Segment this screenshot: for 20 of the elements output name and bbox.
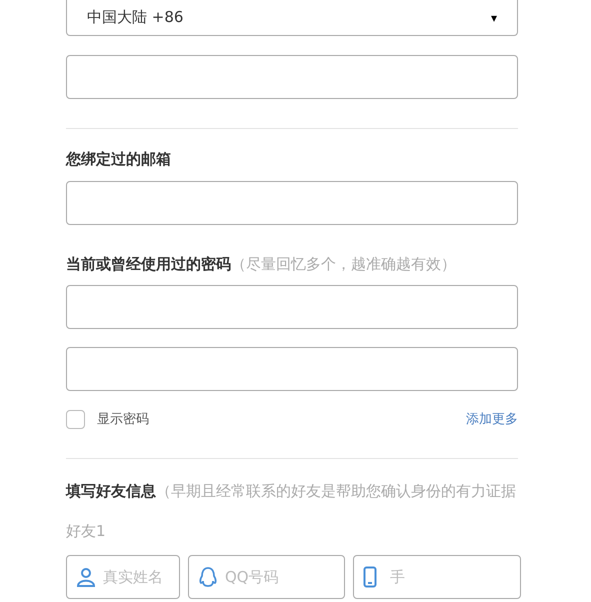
friend-field[interactable]: 手 [353,554,521,598]
person-icon [76,566,96,586]
region-select[interactable]: 中国大陆 +86 ▾ [66,0,518,36]
penguin-icon [198,566,218,588]
friend-label: 好友1 [66,521,107,542]
email-input[interactable] [66,180,518,224]
phone-icon [363,566,377,588]
email-label: 您绑定过的邮箱 [66,149,172,170]
password-hint: （尽量回忆多个，越准确越有效） [231,254,456,274]
add-more-link[interactable]: 添加更多 [466,410,518,430]
friend-field[interactable]: QQ号码 [188,554,345,598]
password-label: 当前或曾经使用过的密码 [66,254,231,274]
show-password-label: 显示密码 [97,411,149,429]
phone-input[interactable] [66,55,518,99]
friends-label: 填写好友信息 [66,480,156,502]
friends-hint: （早期且经常联系的好友是帮助您确认身份的有力证据 [156,480,516,502]
friend-field[interactable]: 真实姓名 [66,554,180,598]
show-password-checkbox[interactable] [66,410,85,430]
password-input[interactable] [66,347,518,391]
password-input[interactable] [66,285,518,329]
